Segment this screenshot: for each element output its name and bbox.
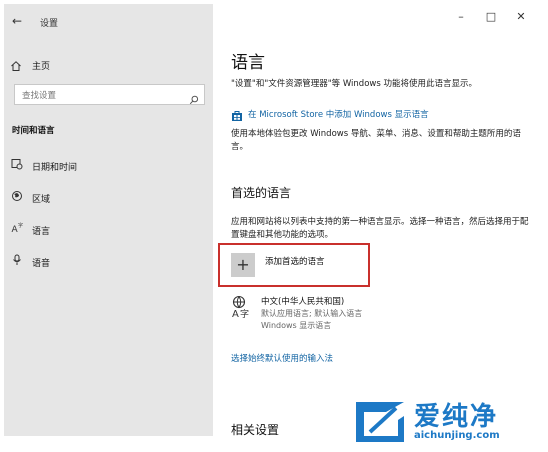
watermark-title: 爱纯净	[414, 402, 499, 432]
language-status: Windows 显示语言	[261, 321, 332, 330]
page-title: 语言	[231, 53, 265, 73]
title-bar: ← 设置	[4, 4, 213, 38]
plus-icon: +	[231, 253, 255, 277]
related-settings-heading: 相关设置	[231, 423, 280, 437]
microphone-icon	[10, 254, 24, 268]
globe-region-icon	[10, 190, 24, 204]
close-button[interactable]: ✕	[511, 10, 531, 23]
maximize-button[interactable]: □	[481, 10, 501, 23]
sidebar-item-label: 区域	[32, 195, 51, 205]
store-link-label[interactable]: 在 Microsoft Store 中添加 Windows 显示语言	[248, 108, 429, 120]
sidebar-item-label: 语言	[32, 227, 51, 237]
sidebar-item-date-time[interactable]: 日期和时间	[4, 155, 213, 177]
calendar-clock-icon	[10, 158, 24, 172]
preferred-languages-heading: 首选的语言	[231, 186, 292, 200]
main-panel: – □ ✕ 语言 "设置"和"文件资源管理器"等 Windows 功能将使用此语…	[213, 0, 548, 452]
language-name: 中文(中华人民共和国)	[261, 297, 345, 307]
watermark-logo-icon	[352, 398, 410, 450]
home-label: 主页	[32, 62, 51, 72]
watermark: 爱纯净 aichunjing.com	[352, 398, 542, 448]
back-arrow-icon[interactable]: ←	[12, 14, 22, 28]
app-title: 设置	[40, 19, 59, 29]
section-heading: 时间和语言	[12, 126, 55, 136]
sidebar: ← 设置 主页 时间和语言 日期和时间 区域 A字 语言	[4, 4, 213, 436]
language-icon: A字	[10, 222, 24, 236]
store-bag-icon	[231, 107, 243, 126]
default-input-method-link[interactable]: 选择始终默认使用的输入法	[231, 352, 333, 364]
search-box[interactable]	[14, 84, 205, 105]
store-description: 使用本地体验包更改 Windows 导航、菜单、消息、设置和帮助主题所用的语言。	[231, 129, 521, 152]
language-status: 默认应用语言; 默认输入语言	[261, 309, 363, 318]
sidebar-item-speech[interactable]: 语音	[4, 251, 213, 273]
search-icon[interactable]	[189, 90, 199, 109]
watermark-url: aichunjing.com	[414, 430, 500, 441]
sidebar-item-region[interactable]: 区域	[4, 187, 213, 209]
minimize-button[interactable]: –	[451, 10, 471, 23]
svg-text:字: 字	[240, 308, 249, 319]
page-description: "设置"和"文件资源管理器"等 Windows 功能将使用此语言显示。	[231, 79, 477, 89]
sidebar-item-label: 语音	[32, 259, 51, 269]
sidebar-item-home[interactable]: 主页	[4, 54, 213, 76]
language-list-item[interactable]: A 字 中文(中华人民共和国) 默认应用语言; 默认输入语言 Windows 显…	[231, 293, 531, 333]
home-icon	[10, 57, 22, 76]
search-input[interactable]	[20, 88, 184, 104]
sidebar-item-language[interactable]: A字 语言	[4, 219, 213, 241]
preferred-languages-description: 应用和网站将以列表中支持的第一种语言显示。选择一种语言，然后选择用于配置键盘和其…	[231, 217, 529, 240]
add-language-label: 添加首选的语言	[265, 257, 325, 267]
language-glyph-icon: A 字	[231, 295, 253, 323]
add-language-button[interactable]: + 添加首选的语言	[231, 250, 371, 280]
sidebar-item-label: 日期和时间	[32, 163, 78, 173]
svg-text:A: A	[232, 309, 239, 319]
svg-text:字: 字	[18, 222, 23, 229]
